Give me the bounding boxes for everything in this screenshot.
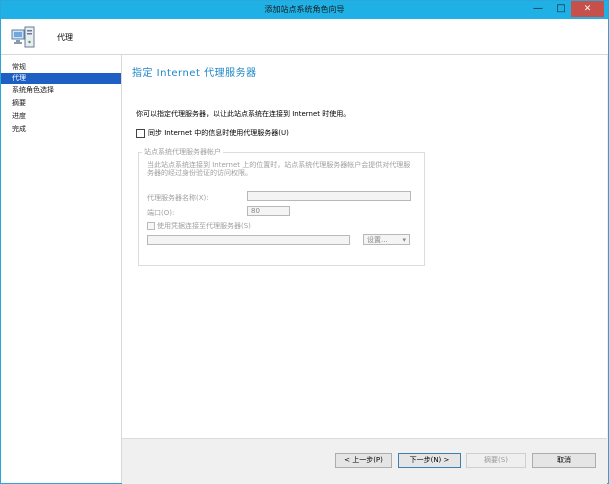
summary-button[interactable]: 摘要(S) [466, 453, 526, 468]
minimize-button[interactable]: — [527, 1, 549, 17]
next-button[interactable]: 下一步(N) > [398, 453, 461, 468]
group-title: 站点系统代理服务器帐户 [142, 147, 223, 157]
page-title: 指定 Internet 代理服务器 [132, 68, 257, 79]
nav-item-progress[interactable]: 进度 [1, 111, 121, 122]
nav-item-summary[interactable]: 摘要 [1, 98, 121, 109]
nav-item-completion[interactable]: 完成 [1, 124, 121, 135]
computer-icon [11, 26, 35, 48]
credentials-label: 使用凭据连接至代理服务器(S) [157, 222, 251, 230]
nav-item-general[interactable]: 常规 [1, 62, 121, 73]
chevron-down-icon: ▾ [402, 236, 406, 244]
header-title: 代理 [57, 33, 73, 42]
close-button[interactable]: ✕ [571, 1, 604, 17]
proxy-account-group: 站点系统代理服务器帐户 当此站点系统连接到 Internet 上的位置时，站点系… [138, 147, 425, 266]
port-input[interactable]: 80 [247, 206, 290, 216]
page-description: 你可以指定代理服务器，以让此站点系统在连接到 Internet 时使用。 [136, 110, 351, 118]
sync-proxy-label: 同步 Internet 中的信息时使用代理服务器(U) [148, 129, 289, 137]
server-name-label: 代理服务器名称(X): [147, 194, 209, 202]
nav-item-role-selection[interactable]: 系统角色选择 [1, 85, 121, 96]
port-label: 端口(O): [147, 209, 175, 217]
back-button[interactable]: < 上一步(P) [335, 453, 392, 468]
title-bar: 添加站点系统角色向导 — □ ✕ [1, 1, 608, 19]
credentials-checkbox[interactable] [147, 222, 155, 230]
settings-dropdown[interactable]: 设置... ▾ [363, 234, 410, 245]
wizard-nav: 常规 代理 系统角色选择 摘要 进度 完成 [1, 55, 122, 483]
wizard-header: 代理 [1, 19, 608, 55]
group-description: 当此站点系统连接到 Internet 上的位置时，站点系统代理服务器帐户会提供对… [147, 161, 411, 177]
maximize-button[interactable]: □ [553, 1, 569, 17]
server-name-input[interactable] [247, 191, 411, 201]
wizard-window: 添加站点系统角色向导 — □ ✕ 代理 常规 代理 系统角色选择 摘要 进度 完… [0, 0, 609, 484]
nav-item-proxy[interactable]: 代理 [1, 73, 121, 84]
cancel-button[interactable]: 取消 [532, 453, 596, 468]
settings-label: 设置... [367, 236, 388, 244]
wizard-content: 指定 Internet 代理服务器 你可以指定代理服务器，以让此站点系统在连接到… [122, 55, 607, 438]
wizard-footer: < 上一步(P) 下一步(N) > 摘要(S) 取消 [122, 438, 607, 484]
sync-proxy-checkbox[interactable] [136, 129, 145, 138]
account-field[interactable] [147, 235, 350, 245]
window-title: 添加站点系统角色向导 [264, 5, 345, 14]
